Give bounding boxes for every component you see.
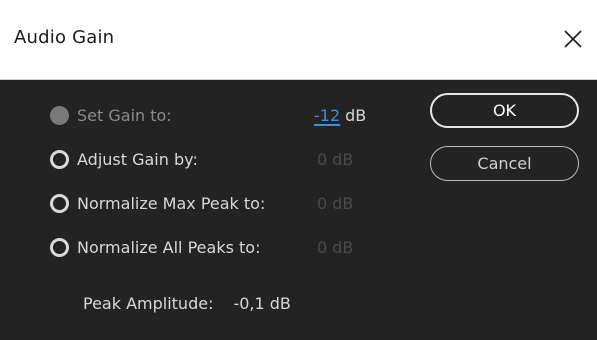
peak-amplitude-value: -0,1 dB xyxy=(233,293,291,313)
adjust-gain-radio[interactable] xyxy=(50,149,69,169)
set-gain-radio[interactable] xyxy=(50,105,69,125)
dialog-title: Audio Gain xyxy=(14,27,115,48)
normalize-all-peaks-label: Normalize All Peaks to: xyxy=(77,237,261,257)
set-gain-input[interactable]: -12 xyxy=(314,106,340,125)
adjust-gain-unit: dB xyxy=(332,149,354,169)
normalize-max-peak-label: Normalize Max Peak to: xyxy=(77,193,266,213)
adjust-gain-label: Adjust Gain by: xyxy=(77,149,198,169)
option-adjust-gain[interactable]: Adjust Gain by: xyxy=(50,145,198,173)
normalize-all-peaks-input[interactable]: 0 xyxy=(317,238,327,257)
set-gain-label: Set Gain to: xyxy=(77,105,172,125)
option-set-gain[interactable]: Set Gain to: xyxy=(50,101,172,129)
adjust-gain-value: 0 dB xyxy=(317,145,353,173)
adjust-gain-input[interactable]: 0 xyxy=(317,150,327,169)
normalize-all-peaks-unit: dB xyxy=(332,237,354,257)
normalize-max-peak-radio[interactable] xyxy=(50,193,69,213)
cancel-button[interactable]: Cancel xyxy=(430,146,579,181)
set-gain-value: -12 dB xyxy=(314,101,366,129)
close-icon[interactable] xyxy=(560,26,586,52)
normalize-all-peaks-radio[interactable] xyxy=(50,237,69,257)
title-bar: Audio Gain xyxy=(0,0,597,80)
peak-amplitude: Peak Amplitude: -0,1 dB xyxy=(83,289,291,317)
option-normalize-max-peak[interactable]: Normalize Max Peak to: xyxy=(50,189,265,217)
normalize-all-peaks-value: 0 dB xyxy=(317,233,353,261)
ok-button[interactable]: OK xyxy=(430,93,579,128)
normalize-max-peak-value: 0 dB xyxy=(317,189,353,217)
option-normalize-all-peaks[interactable]: Normalize All Peaks to: xyxy=(50,233,260,261)
normalize-max-peak-unit: dB xyxy=(332,193,354,213)
set-gain-unit: dB xyxy=(345,105,367,125)
normalize-max-peak-input[interactable]: 0 xyxy=(317,194,327,213)
peak-amplitude-label: Peak Amplitude: xyxy=(83,293,214,313)
audio-gain-dialog: Audio Gain Set Gain to: -12 dB Adjust Ga… xyxy=(0,0,597,340)
